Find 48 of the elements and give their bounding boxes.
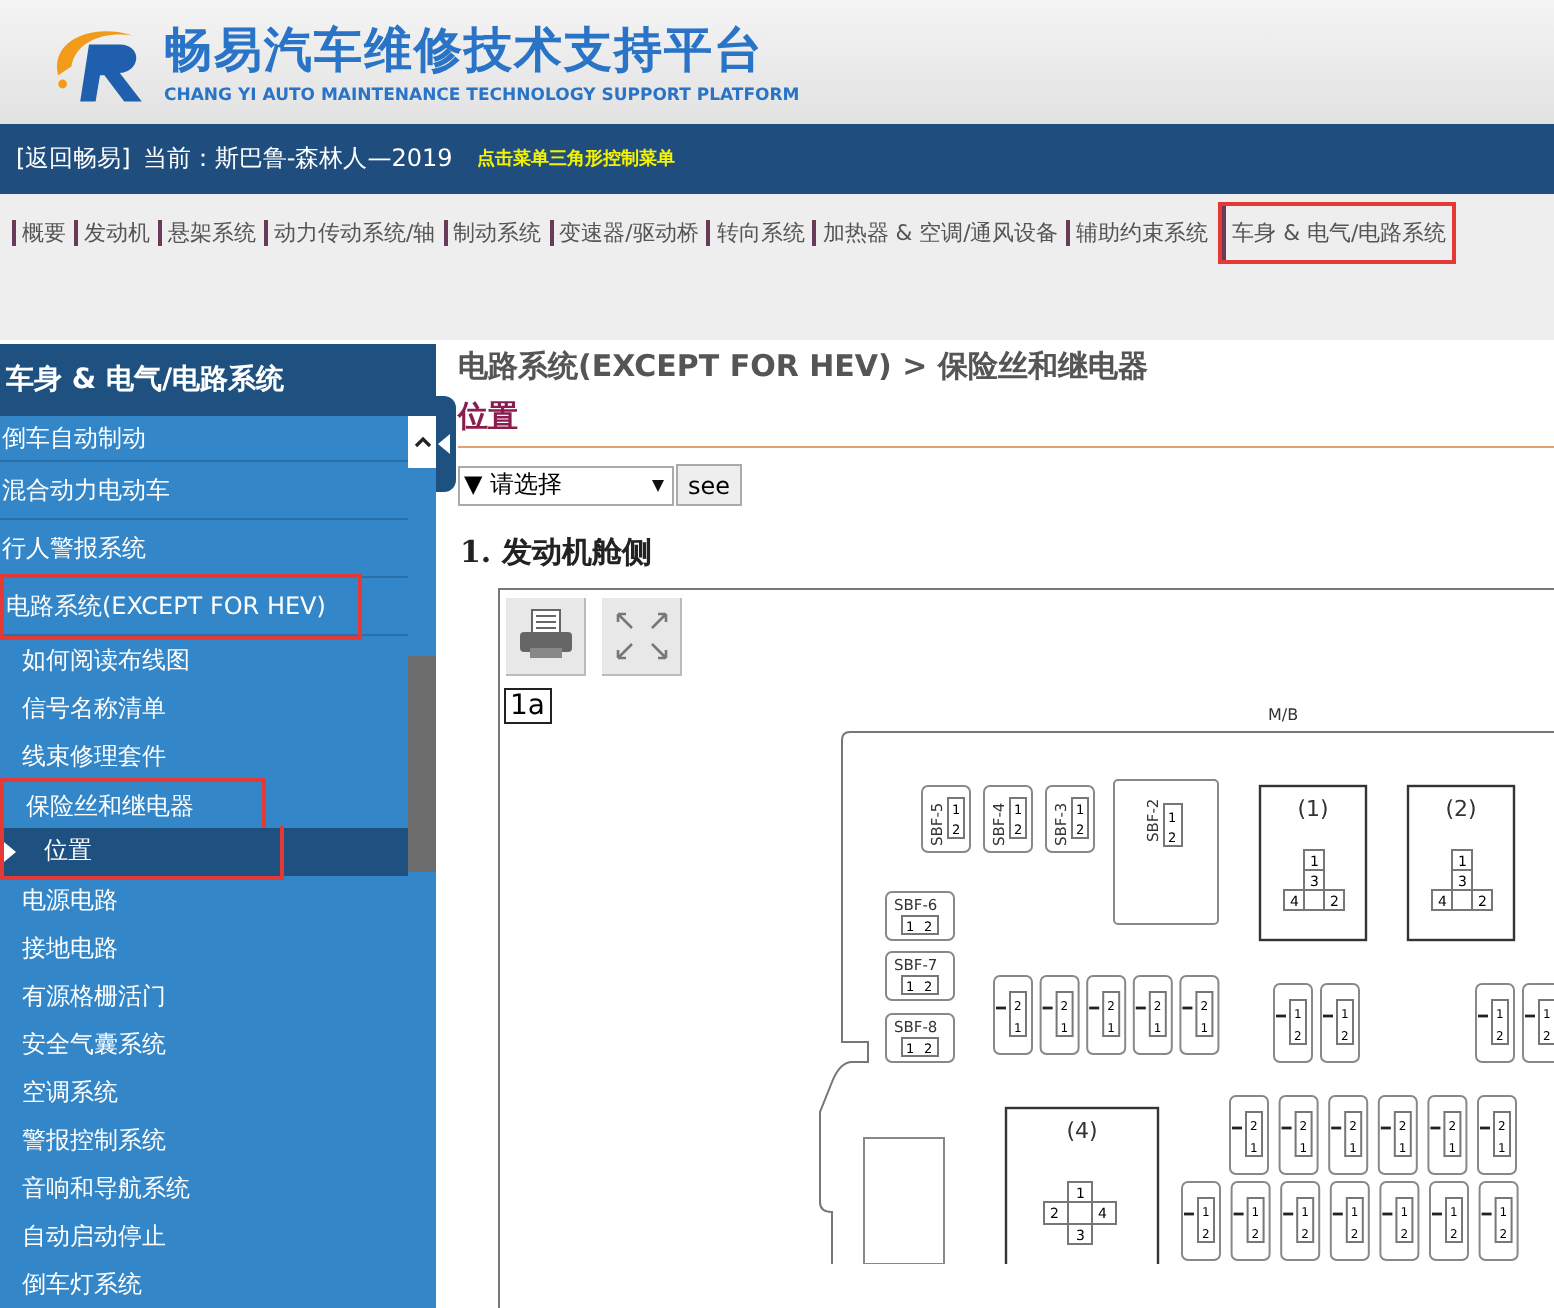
breadcrumb: 电路系统(EXCEPT FOR HEV) > 保险丝和继电器 [458, 348, 1150, 386]
site-subtitle: CHANG YI AUTO MAINTENANCE TECHNOLOGY SUPPORT PLATFORM [164, 86, 800, 106]
sidebar-item[interactable]: 安全气囊系统 [0, 1020, 408, 1068]
menu-hint: 点击菜单三角形控制菜单 [476, 146, 675, 172]
see-button[interactable]: see [676, 464, 743, 506]
nav-link[interactable]: 制动系统 [443, 220, 548, 246]
back-link[interactable]: [返回畅易] [16, 142, 131, 176]
scrollbar-thumb[interactable] [408, 656, 436, 872]
scroll-up-button[interactable] [408, 416, 436, 468]
nav-link[interactable]: 车身 & 电气/电路系统 [1222, 206, 1453, 260]
sidebar-item[interactable]: 倒车灯系统 [0, 1260, 408, 1308]
collapse-tab[interactable] [436, 396, 456, 492]
nav-link[interactable]: 转向系统 [706, 220, 811, 246]
sidebar-item[interactable]: 自动启动停止 [0, 1212, 408, 1260]
sidebar-item[interactable]: 电源电路 [0, 876, 408, 924]
sidebar-item[interactable]: 行人警报系统 [0, 520, 408, 578]
caret-up-icon [413, 436, 431, 448]
page-title: 位置 [458, 398, 1554, 448]
sidebar-item[interactable]: 位置 [0, 828, 408, 876]
section-heading: 1. 发动机舱侧 [460, 534, 654, 572]
nav-link[interactable]: 动力传动系统/轴 [264, 220, 442, 246]
sidebar-item[interactable]: 线束修理套件 [0, 732, 408, 780]
sidebar-item[interactable]: 警报控制系统 [0, 1116, 408, 1164]
sidebar-item[interactable]: 混合动力电动车 [0, 462, 408, 520]
sidebar-item[interactable]: 接地电路 [0, 924, 408, 972]
site-title: 畅易汽车维修技术支持平台 [164, 20, 766, 82]
nav-link[interactable]: 概要 [12, 220, 72, 246]
dropdown-arrow-icon [652, 479, 664, 491]
sidebar-item[interactable]: 空调系统 [0, 1068, 408, 1116]
sidebar-item[interactable]: 有源格栅活门 [0, 972, 408, 1020]
nav-link[interactable]: 辅助约束系统 [1066, 220, 1215, 246]
box-label: M/B [1268, 706, 1299, 724]
diagram-tag: 1a [504, 688, 551, 724]
nav-link[interactable]: 悬架系统 [158, 220, 262, 246]
triangle-icon [438, 434, 450, 454]
select-dropdown[interactable]: ▼ 请选择 [458, 465, 674, 505]
current-vehicle: 当前：斯巴鲁-森林人—2019 [142, 142, 453, 176]
nav-link[interactable]: 发动机 [74, 220, 156, 246]
triangle-icon [4, 842, 16, 862]
sidebar-item[interactable]: 音响和导航系统 [0, 1164, 408, 1212]
nav-link[interactable]: 变速器/驱动桥 [549, 220, 705, 246]
nav-link[interactable]: 加热器 & 空调/通风设备 [812, 220, 1065, 246]
sidebar-title: 车身 & 电气/电路系统 [0, 344, 436, 416]
print-button[interactable] [506, 598, 586, 676]
fuse-block-outline [863, 1137, 945, 1264]
fullscreen-button[interactable] [602, 598, 682, 676]
sidebar-item[interactable]: 信号名称清单 [0, 684, 408, 732]
sidebar-item[interactable]: 如何阅读布线图 [0, 636, 408, 684]
